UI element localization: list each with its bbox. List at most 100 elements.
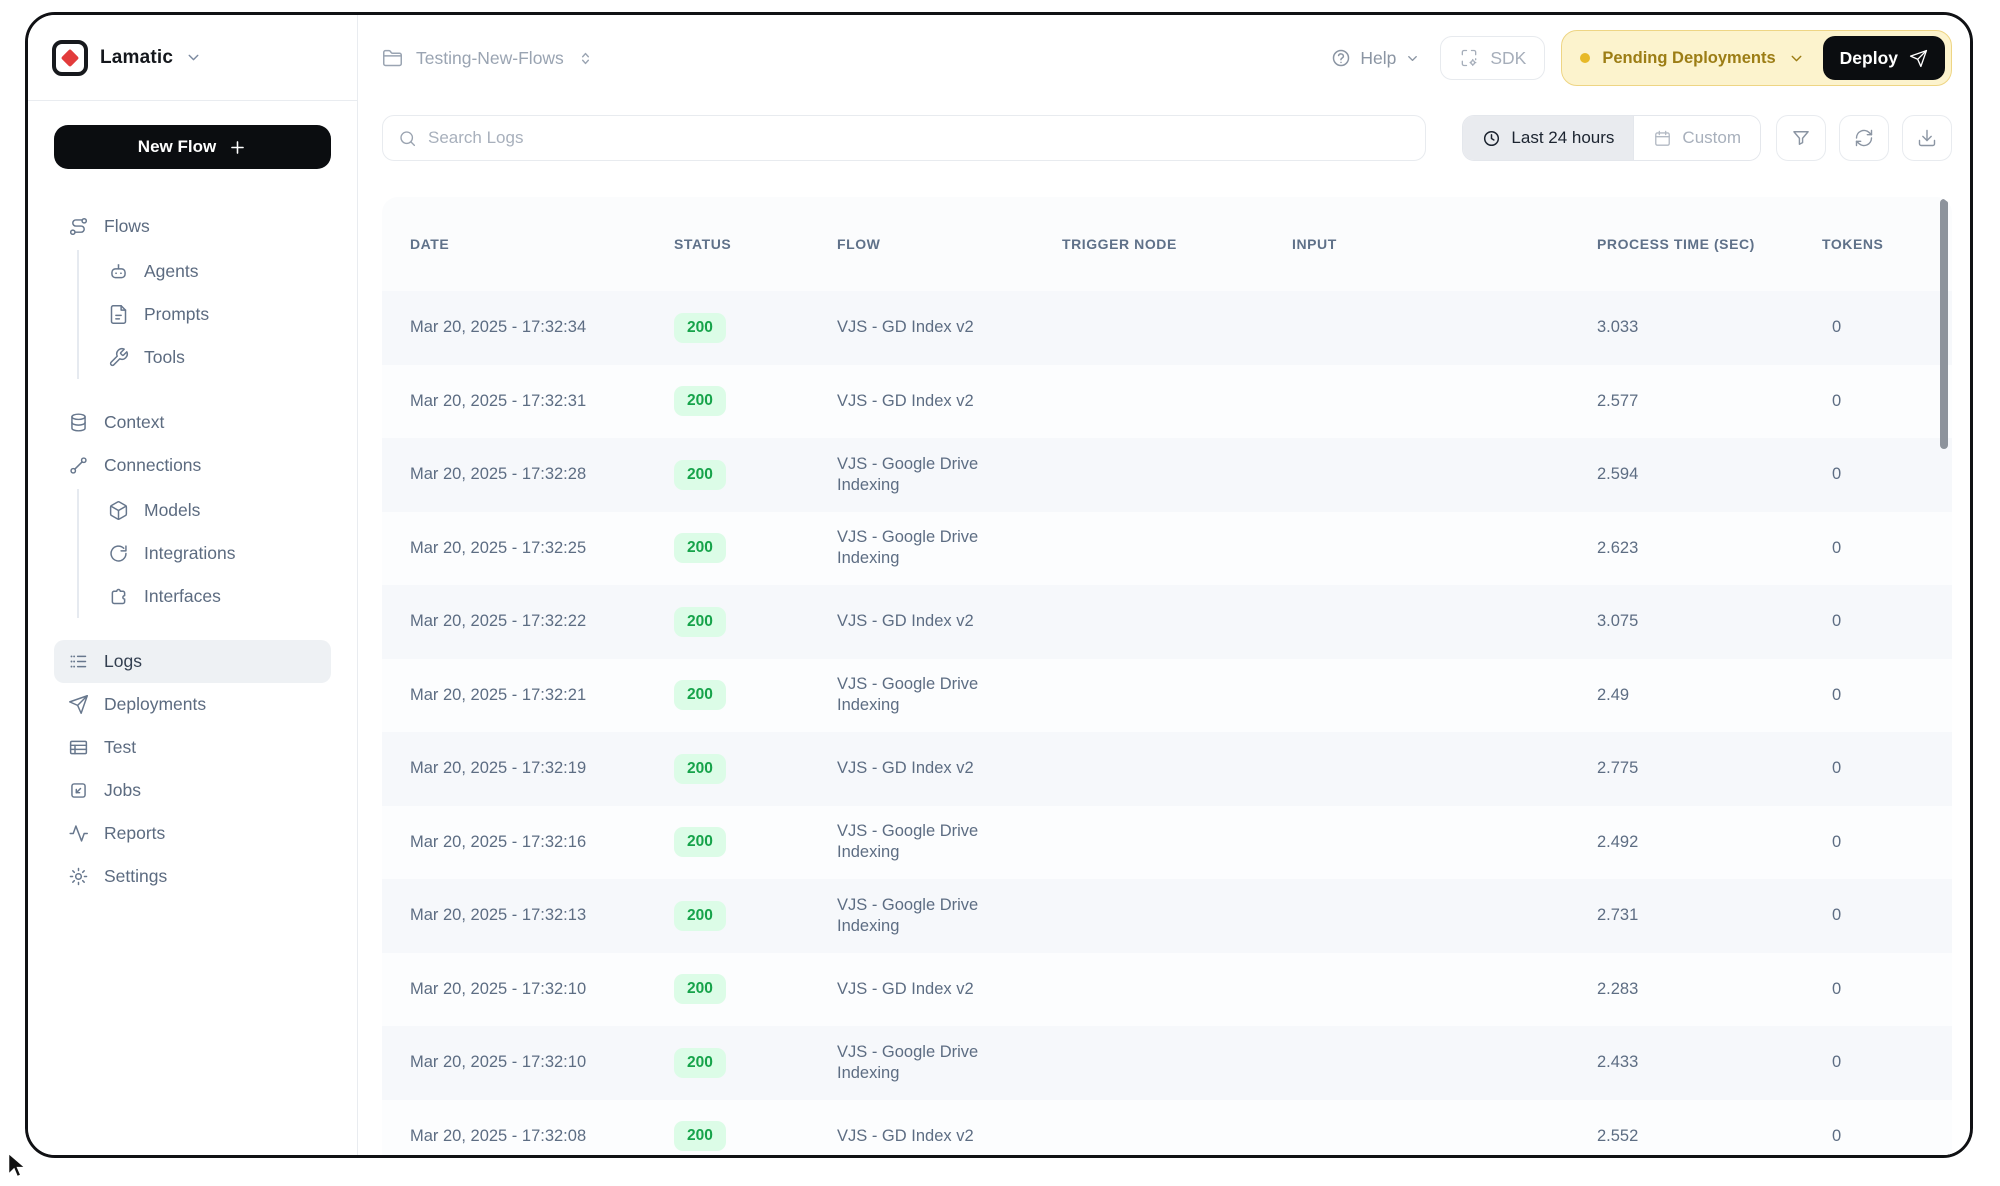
deploy-button[interactable]: Deploy xyxy=(1823,36,1945,80)
search-input[interactable] xyxy=(428,128,1410,148)
sidebar-item-connections[interactable]: Connections xyxy=(54,444,331,487)
cell-flow: VJS - Google Drive Indexing xyxy=(837,821,1042,863)
activity-icon xyxy=(68,823,89,844)
sidebar-item-jobs[interactable]: Jobs xyxy=(54,769,331,812)
status-badge: 200 xyxy=(674,607,726,637)
table-row[interactable]: Mar 20, 2025 - 17:32:08200VJS - GD Index… xyxy=(382,1100,1952,1156)
sidebar-item-settings[interactable]: Settings xyxy=(54,855,331,898)
cell-process-time: 2.283 xyxy=(1597,980,1822,999)
status-badge: 200 xyxy=(674,1048,726,1078)
sidebar-item-interfaces[interactable]: Interfaces xyxy=(106,575,331,618)
search-box[interactable] xyxy=(382,115,1426,161)
table-row[interactable]: Mar 20, 2025 - 17:32:34200VJS - GD Index… xyxy=(382,291,1952,365)
cell-date: Mar 20, 2025 - 17:32:31 xyxy=(410,392,674,411)
refresh-button[interactable] xyxy=(1839,115,1889,161)
sidebar-item-label: Context xyxy=(104,412,164,433)
table-row[interactable]: Mar 20, 2025 - 17:32:31200VJS - GD Index… xyxy=(382,365,1952,439)
cell-status: 200 xyxy=(674,313,837,343)
sidebar-item-label: Models xyxy=(144,500,200,521)
sdk-button[interactable]: SDK xyxy=(1440,36,1545,80)
cell-status: 200 xyxy=(674,386,837,416)
cell-date: Mar 20, 2025 - 17:32:16 xyxy=(410,833,674,852)
column-header-input: INPUT xyxy=(1292,236,1597,252)
flows-icon xyxy=(68,216,89,237)
sidebar-item-label: Deployments xyxy=(104,694,206,715)
project-selector[interactable]: Testing-New-Flows xyxy=(382,48,594,69)
cell-date: Mar 20, 2025 - 17:32:10 xyxy=(410,980,674,999)
workspace-switcher[interactable]: Lamatic xyxy=(28,15,357,101)
send-icon xyxy=(1909,49,1928,68)
content: Last 24 hours Custom DATE STATUS FLOW TR… xyxy=(358,101,1970,1155)
table-row[interactable]: Mar 20, 2025 - 17:32:10200VJS - GD Index… xyxy=(382,953,1952,1027)
sidebar-item-tools[interactable]: Tools xyxy=(106,336,331,379)
sidebar-item-flows[interactable]: Flows xyxy=(54,205,331,248)
sidebar-item-test[interactable]: Test xyxy=(54,726,331,769)
cell-tokens: 0 xyxy=(1822,833,1952,852)
cell-date: Mar 20, 2025 - 17:32:08 xyxy=(410,1127,674,1146)
sidebar-item-deployments[interactable]: Deployments xyxy=(54,683,331,726)
cell-tokens: 0 xyxy=(1822,465,1952,484)
pending-deployments-label: Pending Deployments xyxy=(1602,49,1775,68)
cell-status: 200 xyxy=(674,533,837,563)
main-panel: Testing-New-Flows Help SDK Pending Deplo… xyxy=(358,15,1970,1155)
download-button[interactable] xyxy=(1902,115,1952,161)
cell-flow: VJS - GD Index v2 xyxy=(837,979,1042,1000)
pending-dot-icon xyxy=(1580,53,1590,63)
cell-date: Mar 20, 2025 - 17:32:34 xyxy=(410,318,674,337)
filter-button[interactable] xyxy=(1776,115,1826,161)
range-last-24-hours-button[interactable]: Last 24 hours xyxy=(1463,116,1633,160)
column-header-process-time: PROCESS TIME (SEC) xyxy=(1597,236,1822,252)
status-badge: 200 xyxy=(674,533,726,563)
table-row[interactable]: Mar 20, 2025 - 17:32:16200VJS - Google D… xyxy=(382,806,1952,880)
brand-name: Lamatic xyxy=(100,47,173,69)
cell-flow: VJS - GD Index v2 xyxy=(837,758,1042,779)
cell-process-time: 2.552 xyxy=(1597,1127,1822,1146)
sidebar-item-logs[interactable]: Logs xyxy=(54,640,331,683)
status-badge: 200 xyxy=(674,754,726,784)
column-header-flow: FLOW xyxy=(837,236,1062,252)
gear-icon xyxy=(68,866,89,887)
mouse-cursor xyxy=(1,1149,33,1181)
pending-deployments-pill[interactable]: Pending Deployments Deploy xyxy=(1561,30,1952,86)
table-row[interactable]: Mar 20, 2025 - 17:32:28200VJS - Google D… xyxy=(382,438,1952,512)
cell-tokens: 0 xyxy=(1822,1127,1952,1146)
new-flow-button[interactable]: New Flow xyxy=(54,125,331,169)
cell-date: Mar 20, 2025 - 17:32:19 xyxy=(410,759,674,778)
cell-flow: VJS - Google Drive Indexing xyxy=(837,895,1042,937)
status-badge: 200 xyxy=(674,460,726,490)
table-row[interactable]: Mar 20, 2025 - 17:32:10200VJS - Google D… xyxy=(382,1026,1952,1100)
cell-flow: VJS - GD Index v2 xyxy=(837,317,1042,338)
sidebar-item-agents[interactable]: Agents xyxy=(106,250,331,293)
table-row[interactable]: Mar 20, 2025 - 17:32:13200VJS - Google D… xyxy=(382,879,1952,953)
sidebar-item-models[interactable]: Models xyxy=(106,489,331,532)
range-custom-button[interactable]: Custom xyxy=(1633,116,1760,160)
cell-flow: VJS - Google Drive Indexing xyxy=(837,1042,1042,1084)
vertical-scrollbar[interactable] xyxy=(1940,199,1948,449)
list-icon xyxy=(68,651,89,672)
table-row[interactable]: Mar 20, 2025 - 17:32:21200VJS - Google D… xyxy=(382,659,1952,733)
funnel-icon xyxy=(1791,128,1811,148)
help-menu[interactable]: Help xyxy=(1331,48,1420,69)
table-row[interactable]: Mar 20, 2025 - 17:32:22200VJS - GD Index… xyxy=(382,585,1952,659)
status-badge: 200 xyxy=(674,386,726,416)
sidebar-item-integrations[interactable]: Integrations xyxy=(106,532,331,575)
nav-gap xyxy=(54,381,331,401)
sidebar-item-prompts[interactable]: Prompts xyxy=(106,293,331,336)
project-name: Testing-New-Flows xyxy=(416,48,564,69)
table-row[interactable]: Mar 20, 2025 - 17:32:19200 VJS - GD Index… xyxy=(382,732,1952,806)
chevron-down-icon[interactable] xyxy=(1788,50,1805,67)
cell-tokens: 0 xyxy=(1822,612,1952,631)
sidebar-item-context[interactable]: Context xyxy=(54,401,331,444)
help-circle-icon xyxy=(1331,48,1351,68)
table-row[interactable]: Mar 20, 2025 - 17:32:25200VJS - Google D… xyxy=(382,512,1952,586)
cell-status: 200 xyxy=(674,680,837,710)
cell-process-time: 3.033 xyxy=(1597,318,1822,337)
range-label: Last 24 hours xyxy=(1511,128,1614,148)
cell-flow: VJS - GD Index v2 xyxy=(837,611,1042,632)
sdk-label: SDK xyxy=(1490,48,1526,69)
status-badge: 200 xyxy=(674,680,726,710)
sdk-icon xyxy=(1459,48,1479,68)
topbar: Testing-New-Flows Help SDK Pending Deplo… xyxy=(358,15,1970,101)
sidebar-item-reports[interactable]: Reports xyxy=(54,812,331,855)
sidebar-item-label: Prompts xyxy=(144,304,209,325)
